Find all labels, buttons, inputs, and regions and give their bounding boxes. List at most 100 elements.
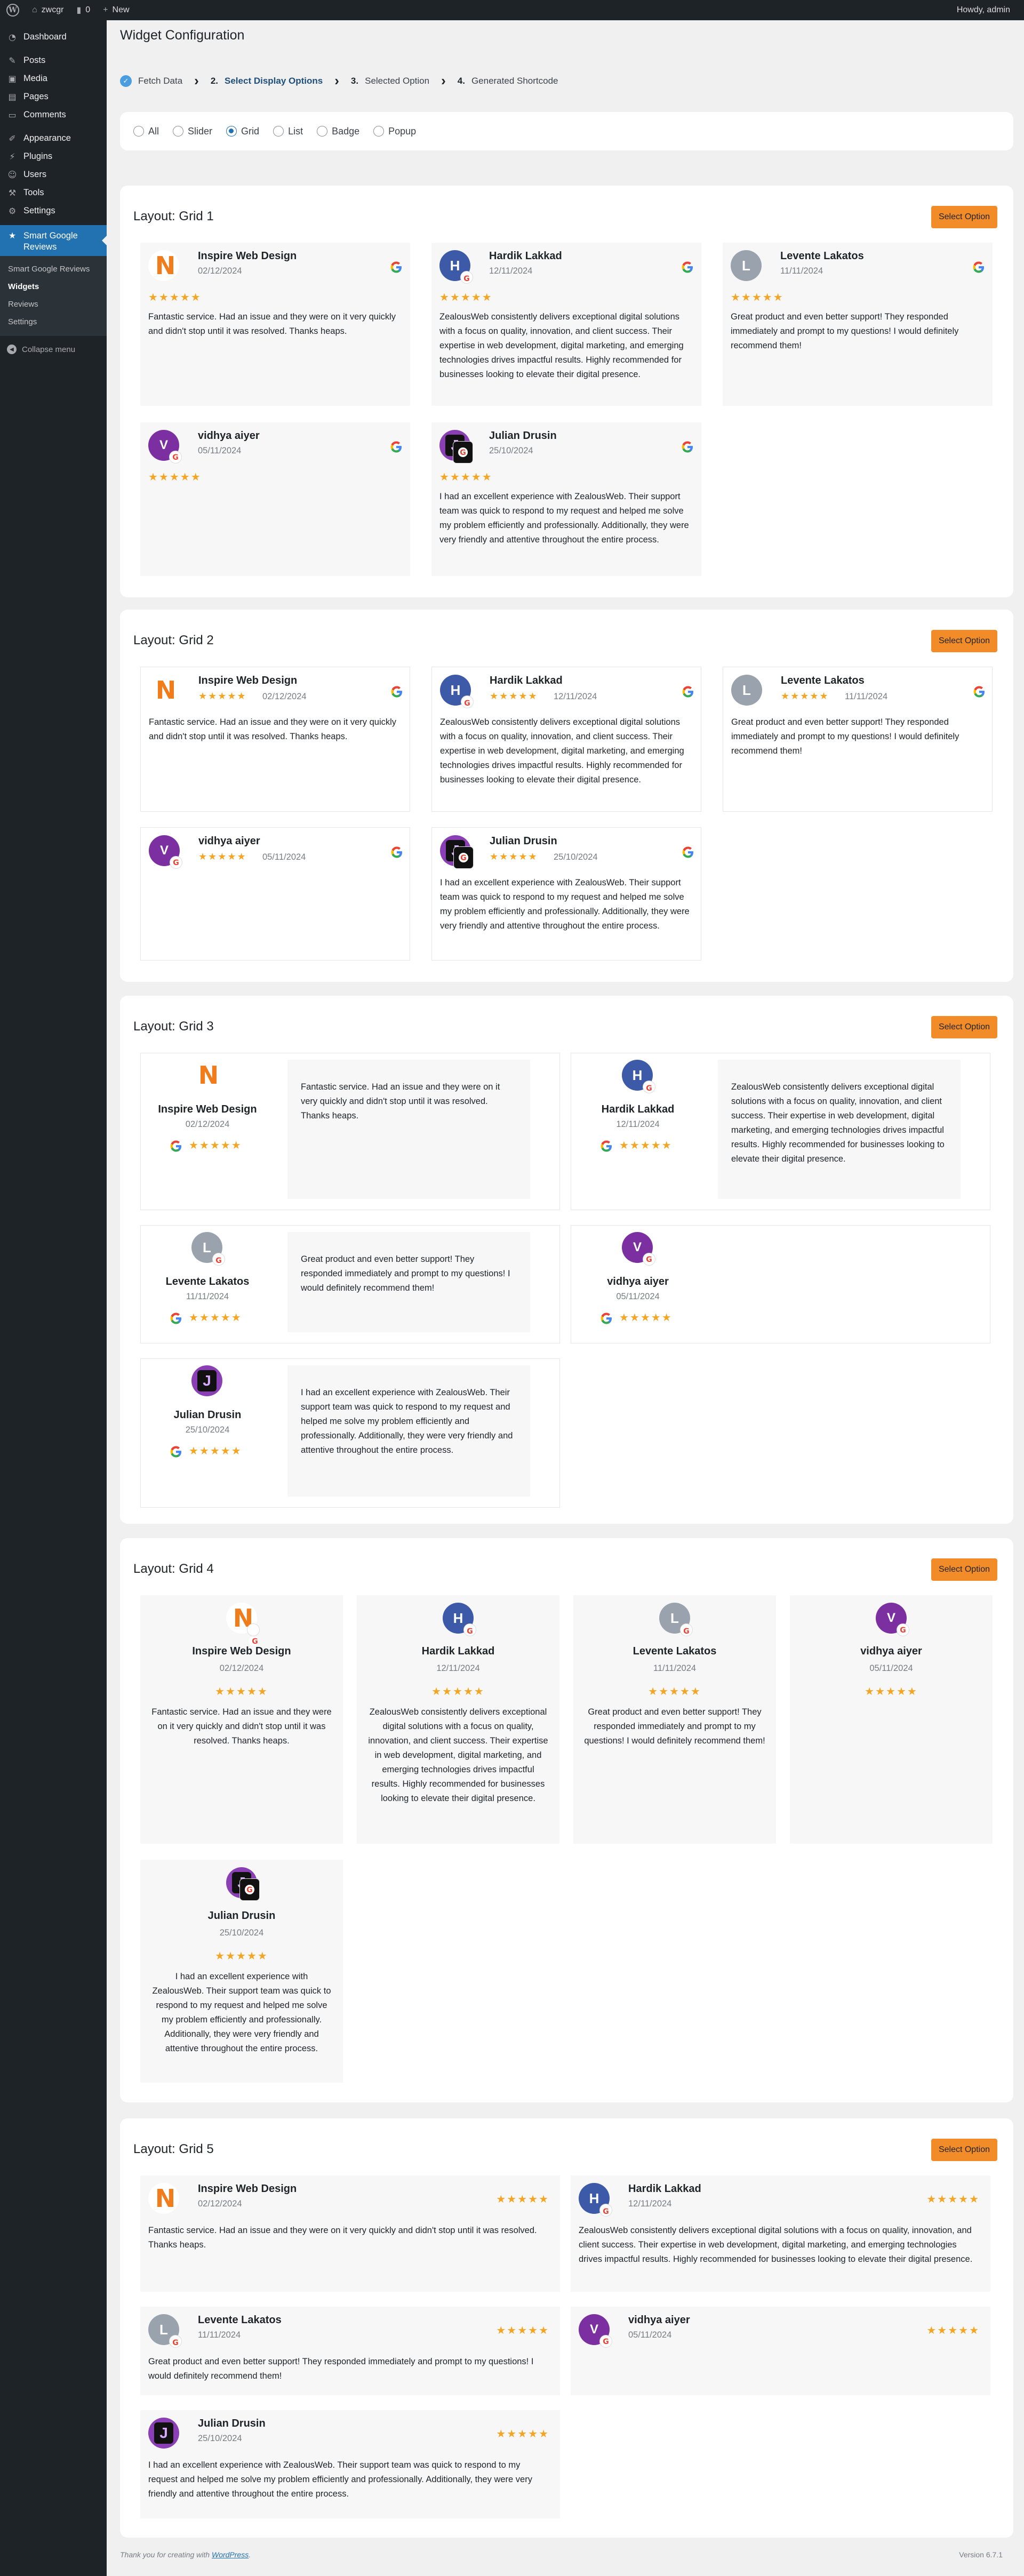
sidebar-item-pages[interactable]: ▤ Pages [0, 87, 107, 106]
select-option-button[interactable]: Select Option [931, 206, 997, 228]
radio-circle[interactable] [226, 126, 237, 137]
step-generated-shortcode[interactable]: 4. Generated Shortcode [458, 76, 558, 86]
wp-logo-menu[interactable]: W [0, 0, 26, 20]
select-option-button[interactable]: Select Option [931, 1016, 997, 1038]
avatar-initial: N [198, 1061, 219, 1090]
radio-slider[interactable]: Slider [173, 126, 212, 137]
rating-stars: ★★★★★ [439, 291, 493, 303]
account-menu[interactable]: Howdy, admin [950, 0, 1024, 20]
radio-all[interactable]: All [133, 126, 159, 137]
submenu-item-reviews[interactable]: Reviews [0, 295, 107, 313]
avatar-initial: L [742, 682, 751, 698]
review-card: N Inspire Web Design 02/12/2024 ★★★★★ Fantas… [140, 1053, 560, 1210]
radio-label: Grid [241, 125, 260, 137]
review-card: H G Hardik Lakkad 12/11/2024 ★★★★★ ZealousWeb… [357, 1595, 559, 1844]
rating-stars: ★★★★★ [189, 1139, 242, 1151]
review-card: V Gvidhya aiyer 05/11/2024 ★★★★★ [140, 422, 410, 576]
step-fetch-data[interactable]: ✓ Fetch Data [120, 75, 182, 87]
step-label: Fetch Data [138, 75, 183, 86]
sidebar-item-dashboard[interactable]: ◔ Dashboard [0, 28, 107, 46]
review-text: Fantastic service. Had an issue and they… [151, 1707, 332, 1746]
svg-text:G: G [246, 1886, 253, 1894]
sidebar-item-settings[interactable]: ⚙ Settings [0, 202, 107, 220]
rating-stars: ★★★★★ [490, 691, 538, 702]
sidebar-item-label: Media [23, 73, 47, 83]
sidebar-item-media[interactable]: ▣ Media [0, 69, 107, 87]
reviewer-name: Levente Lakatos [780, 250, 864, 262]
sidebar-item-comments[interactable]: ▭ Comments [0, 106, 107, 124]
select-option-button[interactable]: Select Option [931, 1558, 997, 1581]
review-date: 05/11/2024 [628, 2330, 672, 2340]
radio-circle[interactable] [317, 126, 328, 137]
submenu-item-settings[interactable]: Settings [0, 313, 107, 331]
collapse-menu-button[interactable]: ◀ Collapse menu [0, 338, 107, 361]
reviewer-avatar: VG [149, 835, 182, 868]
select-option-button[interactable]: Select Option [931, 2139, 997, 2161]
sidebar-item-appearance[interactable]: ✐ Appearance [0, 129, 107, 147]
avatar-initial: N [155, 676, 176, 705]
svg-text:G: G [646, 1084, 652, 1093]
comment-bubble-icon: ▮ [76, 6, 82, 15]
review-card: L Levente Lakatos ★★★★★ 11/11/2024 Great pro… [723, 667, 993, 812]
review-card: L G Levente Lakatos 11/11/2024 ★★★★★ Great pr… [140, 2307, 560, 2395]
review-text: I had an excellent experience with Zealo… [152, 1972, 331, 2053]
google-g-icon [681, 845, 695, 863]
select-option-button[interactable]: Select Option [931, 630, 997, 652]
reviewer-avatar: VG [622, 1232, 655, 1265]
site-name-link[interactable]: ⌂ zwcgr [26, 0, 70, 20]
google-badge-icon: G [643, 1253, 655, 1265]
sidebar-item-posts[interactable]: ✎ Posts [0, 51, 107, 69]
sidebar-item-plugins[interactable]: ⚡ Plugins [0, 147, 107, 165]
google-badge-icon: G [453, 442, 473, 463]
plus-icon: + [103, 5, 108, 14]
review-text-box: ZealousWeb consistently delivers excepti… [718, 1060, 961, 1199]
reviewer-name: Levente Lakatos [198, 2314, 282, 2326]
google-g-icon [599, 1139, 614, 1157]
review-card: H G Hardik Lakkad ★★★★★ 12/11/2024 ZealousWeb… [431, 667, 701, 812]
review-text: ZealousWeb consistently delivers excepti… [368, 1707, 548, 1803]
review-text: ZealousWeb consistently delivers excepti… [439, 312, 684, 379]
radio-badge[interactable]: Badge [317, 126, 359, 137]
wordpress-link[interactable]: WordPress [212, 2550, 249, 2559]
sidebar-item-label: Dashboard [23, 31, 67, 42]
sidebar-item-label: Comments [23, 109, 66, 119]
reviewer-name: vidhya aiyer [860, 1645, 922, 1657]
radio-circle[interactable] [373, 126, 385, 137]
submenu: Smart Google Reviews Widgets Reviews Set… [0, 256, 107, 336]
radio-list[interactable]: List [273, 126, 303, 137]
reviewer-avatar: LG [659, 1603, 692, 1636]
avatar-initial: H [589, 2190, 599, 2206]
reviewer-name: Levente Lakatos [781, 675, 865, 686]
review-date: 05/11/2024 [262, 852, 306, 862]
rating-stars: ★★★★★ [189, 1311, 242, 1324]
submenu-item-widgets[interactable]: Widgets [0, 278, 107, 295]
radio-grid[interactable]: Grid [226, 126, 259, 137]
radio-label: All [148, 125, 159, 137]
sidebar-item-users[interactable]: ☺ Users [0, 165, 107, 183]
radio-popup[interactable]: Popup [373, 126, 416, 137]
review-date: 12/11/2024 [554, 692, 597, 701]
sidebar-item-smart-google-reviews[interactable]: ★ Smart Google Reviews [0, 225, 107, 256]
radio-circle[interactable] [273, 126, 284, 137]
step-selected-option[interactable]: 3. Selected Option [351, 76, 429, 86]
reviewer-name: Hardik Lakkad [628, 2183, 701, 2195]
media-icon: ▣ [8, 73, 17, 84]
radio-circle[interactable] [133, 126, 144, 137]
review-date: 02/12/2024 [262, 692, 307, 701]
submenu-item-smart-google-reviews[interactable]: Smart Google Reviews [0, 260, 107, 278]
new-content-link[interactable]: + New [97, 0, 135, 20]
review-date: 02/12/2024 [198, 266, 242, 276]
sidebar-item-tools[interactable]: ⚒ Tools [0, 183, 107, 202]
review-text: Fantastic service. Had an issue and they… [301, 1082, 500, 1121]
page-title: Widget Configuration [120, 28, 245, 43]
review-date: 11/11/2024 [186, 1292, 229, 1301]
collapse-arrow-icon: ◀ [7, 345, 17, 354]
radio-circle[interactable] [173, 126, 184, 137]
plug-icon: ⚡ [9, 151, 15, 162]
rating-stars: ★★★★★ [865, 1685, 918, 1698]
review-text-box: Fantastic service. Had an issue and they… [287, 1060, 530, 1199]
step-select-display-options[interactable]: 2. Select Display Options [211, 76, 323, 86]
google-g-icon [169, 1444, 183, 1463]
review-date: 25/10/2024 [554, 852, 598, 862]
comments-link[interactable]: ▮ 0 [70, 0, 97, 20]
